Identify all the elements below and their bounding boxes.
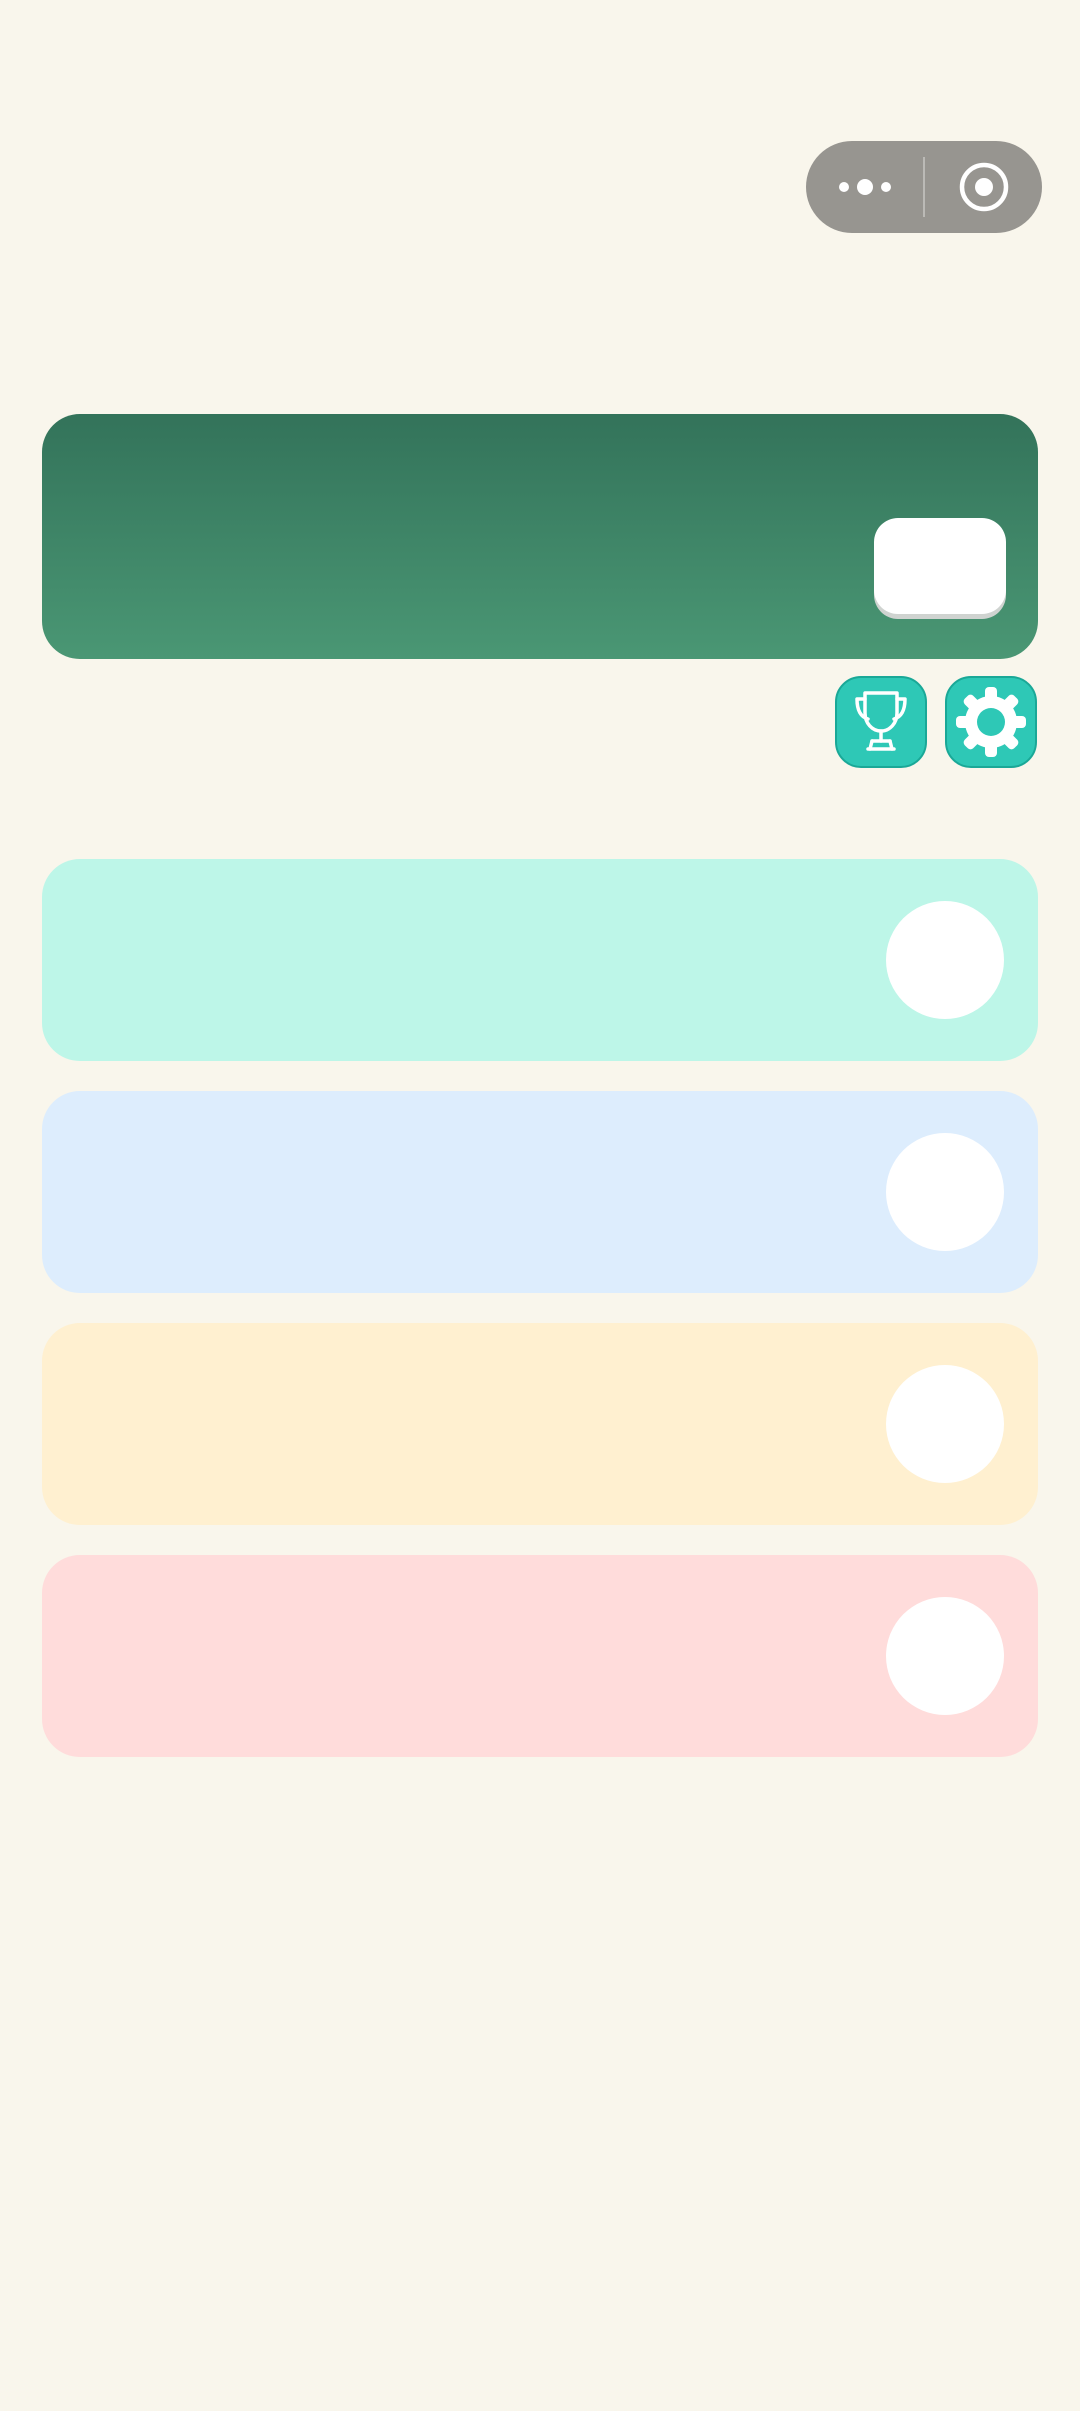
card-circle-icon xyxy=(886,901,1004,1019)
target-circle-icon xyxy=(959,162,1008,212)
close-miniprogram-button[interactable] xyxy=(925,141,1042,233)
menu-card-3[interactable] xyxy=(42,1323,1038,1525)
banner-action-button[interactable] xyxy=(874,518,1006,614)
more-menu-button[interactable] xyxy=(806,141,923,233)
header-banner xyxy=(42,414,1038,659)
trophy-icon xyxy=(855,691,907,751)
menu-card-1[interactable] xyxy=(42,859,1038,1061)
menu-card-2[interactable] xyxy=(42,1091,1038,1293)
miniprogram-capsule xyxy=(806,141,1042,233)
card-circle-icon xyxy=(886,1597,1004,1715)
settings-button[interactable] xyxy=(945,676,1037,768)
card-circle-icon xyxy=(886,1365,1004,1483)
more-dots-icon xyxy=(838,179,891,195)
menu-card-4[interactable] xyxy=(42,1555,1038,1757)
card-circle-icon xyxy=(886,1133,1004,1251)
gear-icon xyxy=(956,687,1026,757)
leaderboard-button[interactable] xyxy=(835,676,927,768)
